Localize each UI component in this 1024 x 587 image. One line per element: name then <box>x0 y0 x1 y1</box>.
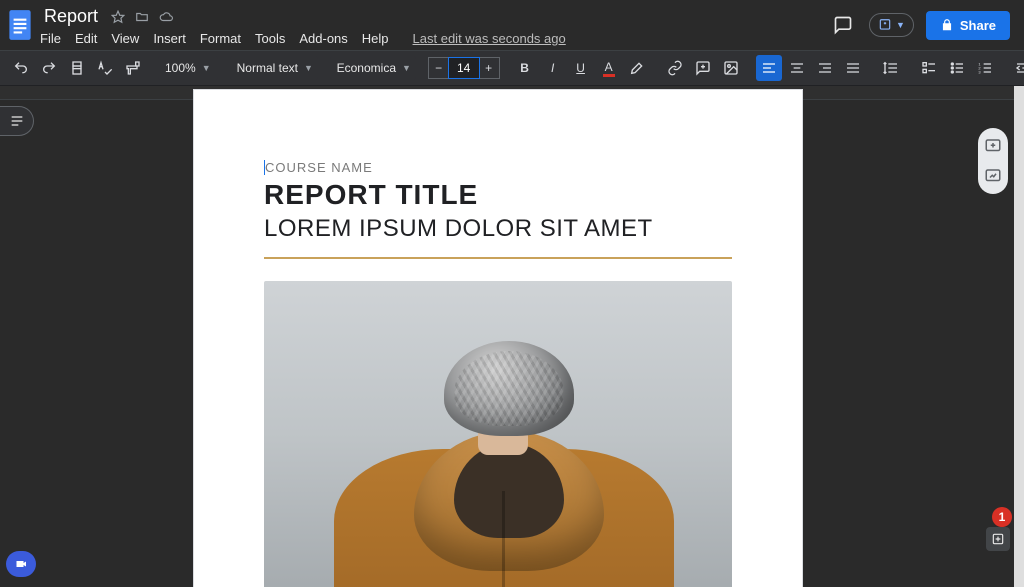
meet-call-icon[interactable] <box>6 551 36 577</box>
menu-tools[interactable]: Tools <box>255 31 285 46</box>
redo-icon[interactable] <box>36 55 62 81</box>
side-comment-rail <box>978 128 1008 194</box>
suggest-edits-icon[interactable] <box>981 164 1005 188</box>
star-icon[interactable] <box>110 9 126 25</box>
italic-icon[interactable]: I <box>540 55 566 81</box>
title-right: ▼ Share <box>829 0 1024 50</box>
checklist-icon[interactable] <box>916 55 942 81</box>
underline-icon[interactable]: U <box>568 55 594 81</box>
course-name[interactable]: COURSE NAME <box>264 160 732 175</box>
paint-format-icon[interactable] <box>120 55 146 81</box>
report-title[interactable]: REPORT TITLE <box>264 179 732 211</box>
last-edit-link[interactable]: Last edit was seconds ago <box>413 31 566 46</box>
text-color-icon[interactable]: A <box>596 55 622 81</box>
comment-history-icon[interactable] <box>829 11 857 39</box>
insert-image-icon[interactable] <box>718 55 744 81</box>
title-center: Report File Edit View Insert Format Tool… <box>40 0 566 46</box>
menu-help[interactable]: Help <box>362 31 389 46</box>
title-divider <box>264 257 732 259</box>
menu-format[interactable]: Format <box>200 31 241 46</box>
font-size-decrease[interactable]: − <box>429 61 449 75</box>
style-value: Normal text <box>237 61 298 75</box>
document-outline-toggle[interactable] <box>0 106 34 136</box>
chevron-down-icon: ▼ <box>202 63 211 73</box>
page[interactable]: COURSE NAME REPORT TITLE LOREM IPSUM DOL… <box>194 90 802 587</box>
font-family-dropdown[interactable]: Economica ▼ <box>330 56 416 80</box>
chevron-down-icon: ▼ <box>402 63 411 73</box>
font-size-input[interactable] <box>449 58 479 78</box>
add-comment-icon[interactable] <box>981 134 1005 158</box>
share-button[interactable]: Share <box>926 11 1010 40</box>
move-icon[interactable] <box>134 9 150 25</box>
chevron-down-icon: ▼ <box>304 63 313 73</box>
chevron-down-icon: ▼ <box>896 20 905 30</box>
menu-insert[interactable]: Insert <box>153 31 186 46</box>
font-size-group: − + <box>428 57 500 79</box>
align-justify-icon[interactable] <box>840 55 866 81</box>
line-spacing-icon[interactable] <box>878 55 904 81</box>
align-center-icon[interactable] <box>784 55 810 81</box>
zoom-value: 100% <box>165 61 196 75</box>
titlebar: Report File Edit View Insert Format Tool… <box>0 0 1024 50</box>
bold-icon[interactable]: B <box>512 55 538 81</box>
bulleted-list-icon[interactable] <box>944 55 970 81</box>
report-subtitle[interactable]: LOREM IPSUM DOLOR SIT AMET <box>264 215 732 243</box>
menu-file[interactable]: File <box>40 31 61 46</box>
print-icon[interactable] <box>64 55 90 81</box>
insert-comment-icon[interactable] <box>690 55 716 81</box>
cloud-status-icon[interactable] <box>158 9 174 25</box>
workspace: COURSE NAME REPORT TITLE LOREM IPSUM DOL… <box>0 86 1024 587</box>
svg-text:3: 3 <box>978 69 981 74</box>
menu-view[interactable]: View <box>111 31 139 46</box>
numbered-list-icon[interactable]: 123 <box>972 55 998 81</box>
insert-link-icon[interactable] <box>662 55 688 81</box>
menu-edit[interactable]: Edit <box>75 31 97 46</box>
docs-home-icon[interactable] <box>0 0 40 50</box>
share-label: Share <box>960 18 996 33</box>
menu-addons[interactable]: Add-ons <box>299 31 347 46</box>
explore-button-icon[interactable] <box>986 527 1010 551</box>
zoom-dropdown[interactable]: 100% ▼ <box>158 56 218 80</box>
notification-badge[interactable]: 1 <box>992 507 1012 527</box>
menubar: File Edit View Insert Format Tools Add-o… <box>40 31 566 46</box>
align-right-icon[interactable] <box>812 55 838 81</box>
document-title[interactable]: Report <box>40 6 102 27</box>
vertical-scrollbar[interactable] <box>1014 86 1024 587</box>
undo-icon[interactable] <box>8 55 34 81</box>
toolbar: 100%▼ Normal text▼ Economica▼ − + B I U … <box>0 50 1024 86</box>
align-left-icon[interactable] <box>756 55 782 81</box>
hero-image[interactable] <box>264 281 732 587</box>
paragraph-style-dropdown[interactable]: Normal text ▼ <box>230 56 318 80</box>
font-value: Economica <box>337 61 396 75</box>
decrease-indent-icon[interactable] <box>1010 55 1024 81</box>
font-size-increase[interactable]: + <box>479 61 499 75</box>
spellcheck-icon[interactable] <box>92 55 118 81</box>
highlight-color-icon[interactable] <box>624 55 650 81</box>
present-dropdown[interactable]: ▼ <box>869 13 914 37</box>
